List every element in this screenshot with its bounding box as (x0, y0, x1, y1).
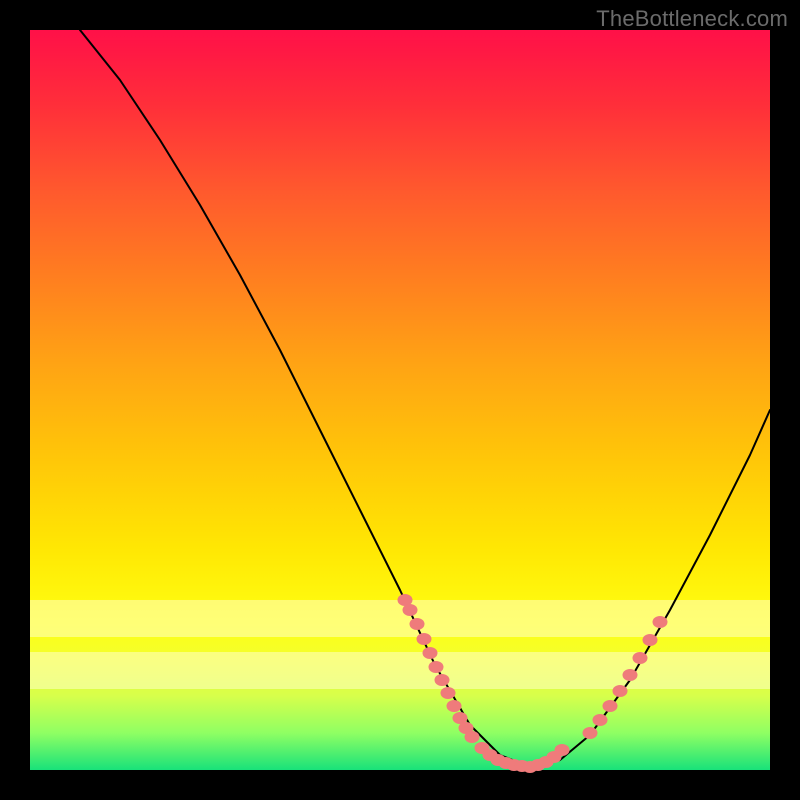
data-dot (403, 604, 418, 616)
data-dot (643, 634, 658, 646)
data-dot (417, 633, 432, 645)
data-dot (623, 669, 638, 681)
plot-area (30, 30, 770, 770)
data-dot (429, 661, 444, 673)
chart-frame: TheBottleneck.com (0, 0, 800, 800)
data-dot (555, 744, 570, 756)
data-dot (447, 700, 462, 712)
data-dot (603, 700, 618, 712)
data-dot (653, 616, 668, 628)
data-dot (423, 647, 438, 659)
data-dot (410, 618, 425, 630)
data-dot (593, 714, 608, 726)
data-dot (613, 685, 628, 697)
curve-layer (30, 30, 770, 770)
data-dot (441, 687, 456, 699)
data-dot (435, 674, 450, 686)
data-dot (633, 652, 648, 664)
attribution-label: TheBottleneck.com (596, 6, 788, 32)
data-dot (583, 727, 598, 739)
data-dot (465, 731, 480, 743)
